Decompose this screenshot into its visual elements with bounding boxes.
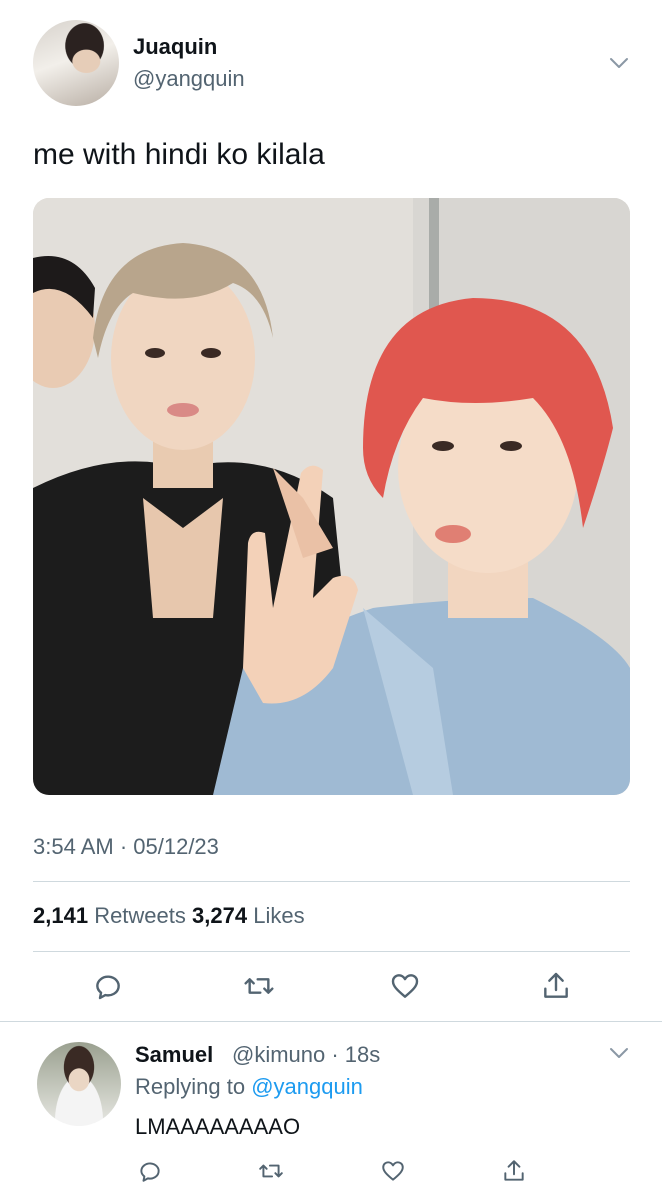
tweet-timestamp[interactable]: 3:54 AM · 05/12/23 bbox=[33, 834, 219, 860]
like-icon[interactable] bbox=[380, 1158, 406, 1184]
reply-text: LMAAAAAAAAO bbox=[135, 1114, 301, 1139]
divider bbox=[33, 881, 630, 882]
likes-label[interactable]: Likes bbox=[253, 903, 304, 928]
replying-prefix: Replying to bbox=[135, 1074, 246, 1099]
divider bbox=[0, 1021, 662, 1022]
retweets-label[interactable]: Retweets bbox=[94, 903, 186, 928]
likes-count[interactable]: 3,274 bbox=[192, 903, 247, 928]
author-name[interactable]: Juaquin bbox=[133, 34, 217, 60]
tweet-stats: 2,141 Retweets 3,274 Likes bbox=[33, 903, 305, 929]
author-avatar[interactable] bbox=[33, 20, 119, 106]
divider bbox=[33, 951, 630, 952]
retweet-icon[interactable] bbox=[258, 1158, 284, 1184]
chevron-down-icon[interactable] bbox=[608, 52, 630, 74]
replying-mention[interactable]: @yangquin bbox=[251, 1074, 363, 1099]
tweet-text: me with hindi ko kilala bbox=[33, 138, 325, 171]
like-icon[interactable] bbox=[389, 970, 421, 1002]
reply-icon[interactable] bbox=[92, 970, 124, 1002]
reply-author-avatar[interactable] bbox=[37, 1042, 121, 1126]
share-icon[interactable] bbox=[540, 970, 572, 1002]
retweets-count[interactable]: 2,141 bbox=[33, 903, 88, 928]
share-icon[interactable] bbox=[501, 1158, 527, 1184]
reply-author-name[interactable]: Samuel bbox=[135, 1042, 213, 1068]
tweet-photo[interactable] bbox=[33, 198, 630, 795]
chevron-down-icon[interactable] bbox=[608, 1042, 630, 1064]
reply-icon[interactable] bbox=[137, 1158, 163, 1184]
replying-to: Replying to @yangquin bbox=[135, 1074, 363, 1100]
retweet-icon[interactable] bbox=[243, 970, 275, 1002]
reply-author-handle[interactable]: @kimuno · 18s bbox=[232, 1042, 380, 1068]
author-handle[interactable]: @yangquin bbox=[133, 66, 245, 92]
